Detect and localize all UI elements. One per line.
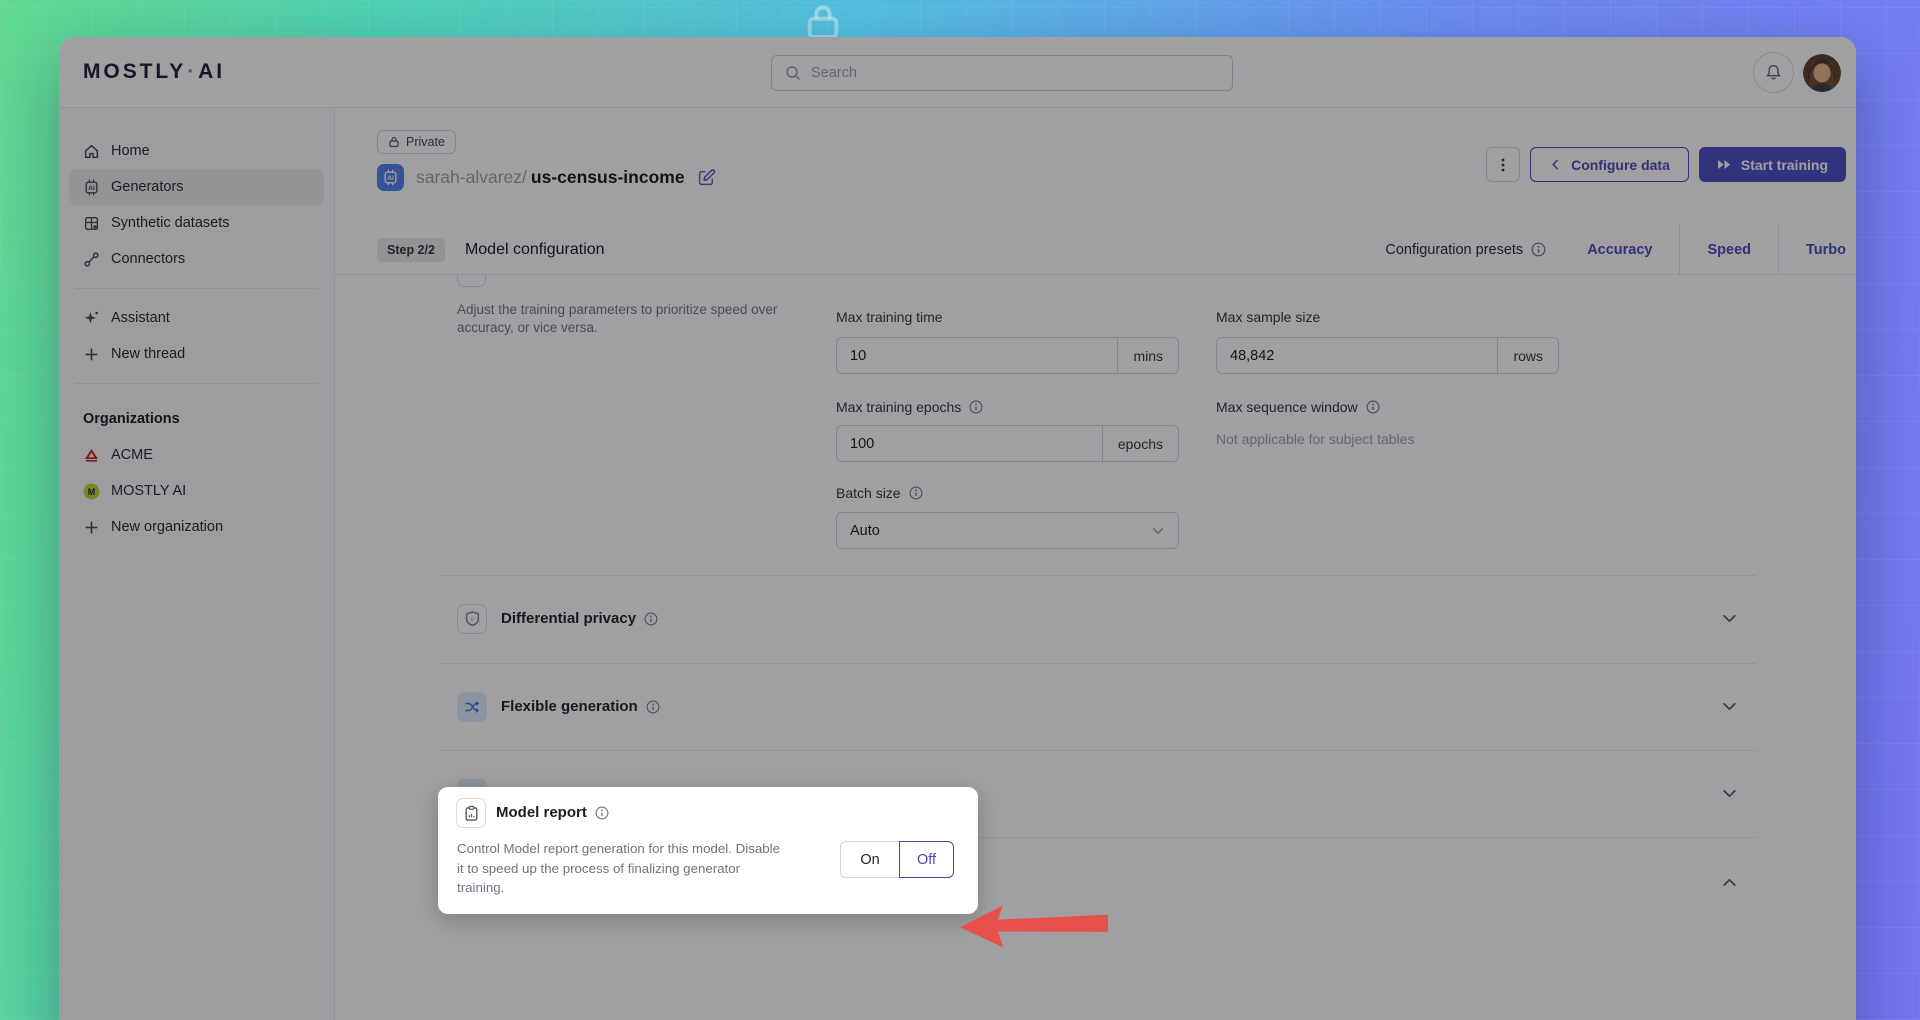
model-report-title-text: Model report (496, 804, 587, 821)
model-report-description: Control Model report generation for this… (457, 839, 787, 898)
model-report-off-button[interactable]: Off (899, 841, 954, 878)
app-window: MOSTLY·AI Search Home Generator (59, 37, 1856, 1020)
red-pointer-arrow (958, 900, 1111, 953)
model-report-card: Model report Control Model report genera… (438, 787, 978, 914)
model-report-title: Model report (496, 804, 609, 821)
wallpaper-lock-watermark (800, 2, 846, 42)
model-report-on-button[interactable]: On (840, 841, 900, 878)
info-icon[interactable] (595, 806, 609, 820)
model-report-clipboard-icon (456, 798, 486, 828)
